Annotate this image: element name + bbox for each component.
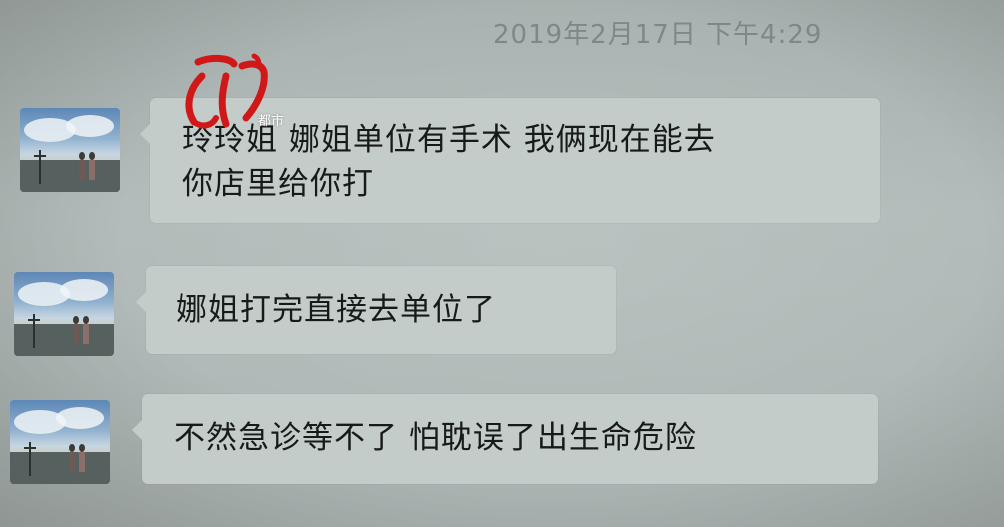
message-timestamp: 2019年2月17日 下午4:29 bbox=[493, 20, 823, 50]
message-line: 不然急诊等不了 怕耽误了出生命危险 bbox=[174, 420, 697, 456]
broadcaster-logo-subtitle: 都市 bbox=[258, 114, 285, 129]
message-bubble[interactable]: 不然急诊等不了 怕耽误了出生命危险 bbox=[132, 394, 878, 484]
message-bubble[interactable]: 娜姐打完直接去单位了 bbox=[136, 266, 616, 354]
beach-figures-avatar-icon bbox=[10, 407, 110, 484]
sender-avatar[interactable] bbox=[10, 400, 110, 484]
sender-avatar[interactable] bbox=[20, 108, 120, 192]
beach-figures-avatar-icon bbox=[14, 279, 114, 356]
message-line: 你店里给你打 bbox=[182, 166, 374, 202]
beach-figures-avatar-icon bbox=[20, 115, 120, 192]
sender-avatar[interactable] bbox=[14, 272, 114, 356]
message-line: 娜姐打完直接去单位了 bbox=[176, 292, 496, 328]
